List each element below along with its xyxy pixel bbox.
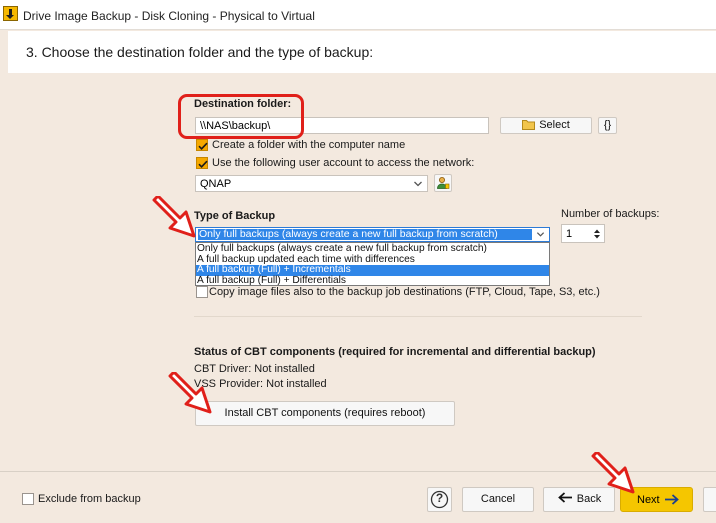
arrow-left-icon bbox=[557, 492, 572, 503]
checkmark-icon bbox=[198, 160, 208, 168]
chevron-down-icon bbox=[414, 181, 422, 187]
step-header: 3. Choose the destination folder and the… bbox=[8, 31, 716, 73]
dropdown-option-incrementals[interactable]: A full backup (Full) + Incrementals bbox=[196, 264, 549, 276]
help-glyph: ? bbox=[435, 491, 444, 505]
step-heading: 3. Choose the destination folder and the… bbox=[26, 44, 374, 60]
annotation-arrow-icon bbox=[152, 196, 196, 238]
user-account-button[interactable] bbox=[434, 174, 452, 192]
select-folder-button[interactable]: Select bbox=[500, 117, 592, 134]
window-title: Drive Image Backup - Disk Cloning - Phys… bbox=[23, 9, 315, 23]
annotation-arrow-icon bbox=[168, 372, 212, 414]
create-folder-label: Create a folder with the computer name bbox=[212, 139, 406, 151]
copy-files-checkbox[interactable] bbox=[196, 286, 208, 298]
variables-button[interactable]: {} bbox=[598, 117, 617, 134]
use-account-label: Use the following user account to access… bbox=[212, 157, 475, 169]
install-cbt-button[interactable]: Install CBT components (requires reboot) bbox=[195, 401, 455, 426]
next-label: Next bbox=[637, 494, 660, 506]
title-bar: Drive Image Backup - Disk Cloning - Phys… bbox=[0, 0, 716, 30]
backup-type-label: Type of Backup bbox=[194, 210, 276, 222]
copy-files-label: Copy image files also to the backup job … bbox=[209, 286, 600, 298]
chevron-down-icon bbox=[536, 232, 545, 237]
use-account-checkbox[interactable] bbox=[196, 157, 208, 169]
exclude-label: Exclude from backup bbox=[38, 493, 141, 505]
help-button[interactable]: ? bbox=[427, 487, 452, 512]
account-select[interactable]: QNAP bbox=[195, 175, 428, 192]
account-value: QNAP bbox=[200, 178, 232, 190]
number-of-backups-stepper[interactable]: 1 bbox=[561, 224, 605, 243]
app-download-icon bbox=[3, 6, 18, 21]
spinner-arrows-icon bbox=[594, 229, 600, 239]
arrow-right-icon bbox=[665, 494, 679, 505]
exclude-checkbox[interactable] bbox=[22, 493, 34, 505]
folder-icon bbox=[522, 119, 536, 135]
checkmark-icon bbox=[198, 142, 208, 150]
backup-type-dropdown: Only full backups (always create a new f… bbox=[195, 242, 550, 286]
backup-type-select[interactable]: Only full backups (always create a new f… bbox=[195, 227, 550, 242]
dropdown-option-differentials[interactable]: A full backup (Full) + Differentials bbox=[196, 275, 549, 287]
section-divider bbox=[194, 316, 642, 317]
annotation-highlight-box bbox=[178, 94, 304, 139]
select-folder-label: Select bbox=[539, 119, 570, 131]
finish-button-partial[interactable] bbox=[703, 487, 716, 512]
number-of-backups-value: 1 bbox=[566, 228, 573, 240]
cancel-button[interactable]: Cancel bbox=[462, 487, 534, 512]
annotation-arrow-icon bbox=[591, 452, 635, 494]
dropdown-option-full-only[interactable]: Only full backups (always create a new f… bbox=[196, 243, 549, 255]
create-folder-checkbox[interactable] bbox=[196, 139, 208, 151]
cbt-status-title: Status of CBT components (required for i… bbox=[194, 346, 596, 358]
user-key-icon bbox=[437, 177, 450, 189]
number-of-backups-label: Number of backups: bbox=[561, 208, 660, 220]
backup-type-selected: Only full backups (always create a new f… bbox=[198, 229, 532, 240]
